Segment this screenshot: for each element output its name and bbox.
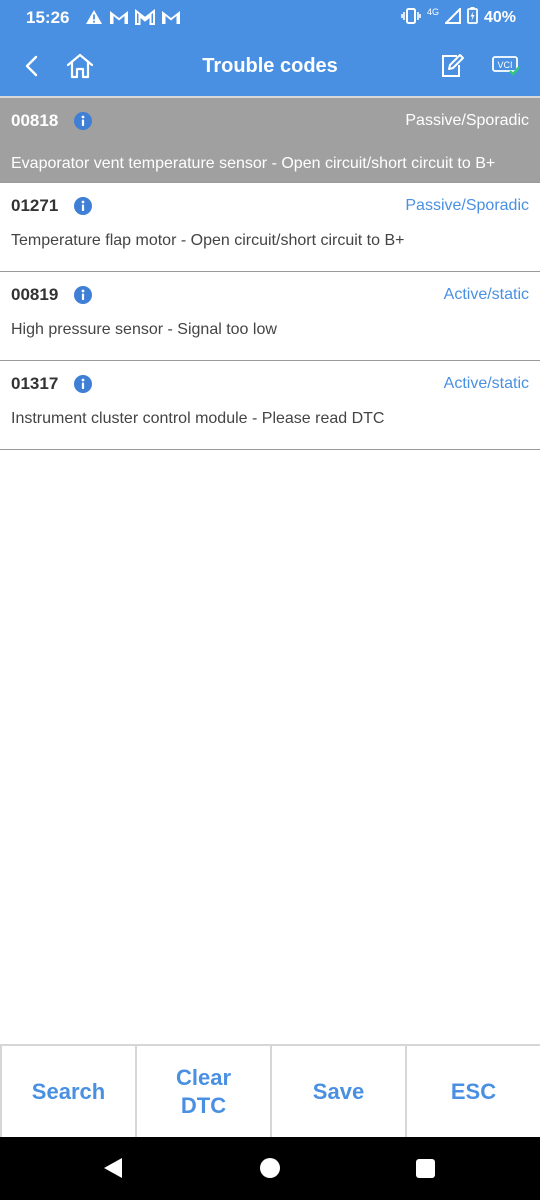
network-type: 4G: [426, 7, 439, 17]
gmail-icon: [161, 9, 181, 28]
home-icon: [66, 53, 94, 79]
search-button[interactable]: Search: [2, 1044, 135, 1137]
dtc-row[interactable]: 01271 Passive/Sporadic Temperature flap …: [0, 183, 540, 272]
info-icon[interactable]: [74, 112, 93, 130]
info-icon[interactable]: [74, 375, 93, 393]
dtc-status: Passive/Sporadic: [405, 197, 529, 214]
edit-button[interactable]: [432, 46, 472, 86]
vci-button[interactable]: VCI: [486, 46, 526, 86]
nav-home-icon[interactable]: [260, 1158, 280, 1178]
dtc-row[interactable]: 00818 Passive/Sporadic Evaporator vent t…: [0, 96, 540, 183]
dtc-description: Instrument cluster control module - Plea…: [11, 410, 385, 427]
warning-icon: [85, 9, 103, 28]
clear-dtc-label: Clear DTC: [176, 1064, 231, 1120]
dtc-status: Passive/Sporadic: [405, 112, 529, 129]
vci-icon: VCI: [492, 56, 520, 76]
gmail-icon: [109, 9, 129, 28]
dtc-status: Active/static: [443, 375, 529, 392]
info-icon[interactable]: [74, 286, 93, 304]
save-button[interactable]: Save: [272, 1044, 405, 1137]
battery-percent: 40%: [483, 9, 516, 26]
status-time: 15:26: [26, 8, 70, 27]
dtc-status: Active/static: [443, 286, 529, 303]
gmail-icon: [135, 8, 156, 28]
back-button[interactable]: [12, 46, 52, 86]
esc-button[interactable]: ESC: [407, 1044, 540, 1137]
clear-dtc-label-line2: DTC: [180, 1092, 227, 1118]
dtc-row[interactable]: 00819 Active/static High pressure sensor…: [0, 272, 540, 361]
dtc-row[interactable]: 01317 Active/static Instrument cluster c…: [0, 361, 540, 450]
signal-icon: [443, 6, 461, 29]
dtc-description: High pressure sensor - Signal too low: [11, 321, 277, 338]
chevron-left-icon: [25, 55, 38, 77]
status-bar: 15:26 4G 40%: [0, 0, 540, 36]
dtc-code: 01271: [11, 196, 59, 215]
battery-icon: [467, 7, 478, 29]
edit-note-icon: [442, 54, 464, 77]
status-right: 4G 40%: [401, 6, 516, 29]
clear-dtc-label-line1: Clear: [175, 1064, 232, 1090]
home-button[interactable]: [60, 46, 100, 86]
clear-dtc-button[interactable]: Clear DTC: [137, 1044, 270, 1137]
nav-back-icon[interactable]: [102, 1157, 124, 1179]
dtc-list: 00818 Passive/Sporadic Evaporator vent t…: [0, 96, 540, 450]
bottom-action-bar: Search Clear DTC Save ESC: [0, 1044, 540, 1137]
vci-label: VCI: [497, 60, 512, 70]
page-title: Trouble codes: [202, 55, 338, 77]
dtc-description: Evaporator vent temperature sensor - Ope…: [11, 155, 496, 172]
dtc-code: 00818: [11, 111, 59, 130]
vibrate-icon: [401, 7, 421, 29]
system-nav-bar: [0, 1137, 540, 1200]
dtc-code: 01317: [11, 374, 59, 393]
notification-icons: [85, 8, 181, 28]
info-icon[interactable]: [74, 197, 93, 215]
nav-recents-icon[interactable]: [416, 1159, 435, 1178]
app-header: Trouble codes VCI: [0, 36, 540, 96]
dtc-description: Temperature flap motor - Open circuit/sh…: [11, 232, 405, 249]
dtc-code: 00819: [11, 285, 59, 304]
